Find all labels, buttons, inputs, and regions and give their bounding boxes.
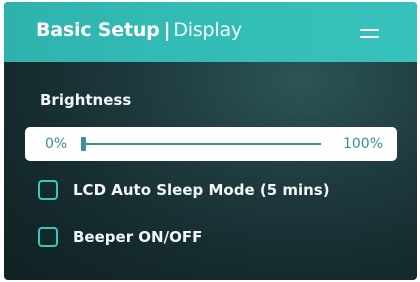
page-title: Basic Setup | Display (36, 19, 242, 41)
hamburger-menu-icon[interactable] (360, 29, 379, 38)
beeper-label: Beeper ON/OFF (73, 228, 203, 246)
lcd-auto-sleep-label: LCD Auto Sleep Mode (5 mins) (73, 181, 330, 199)
brightness-label: Brightness (40, 91, 132, 109)
brightness-slider[interactable] (81, 137, 321, 151)
menu-line (360, 29, 379, 31)
slider-min-label: 0% (45, 136, 68, 152)
slider-max-label: 100% (342, 136, 383, 152)
lcd-auto-sleep-checkbox[interactable] (38, 180, 58, 200)
display-setup-panel: Basic Setup | Display Brightness 0% 100% L… (4, 2, 417, 280)
slider-thumb[interactable] (81, 137, 86, 151)
title-main: Basic Setup (36, 19, 160, 41)
title-separator: | (163, 19, 171, 41)
header-bar: Basic Setup | Display (4, 2, 417, 62)
beeper-checkbox[interactable] (38, 227, 58, 247)
menu-line (360, 36, 379, 38)
title-subtitle: Display (173, 19, 242, 41)
brightness-slider-card: 0% 100% (25, 127, 397, 161)
